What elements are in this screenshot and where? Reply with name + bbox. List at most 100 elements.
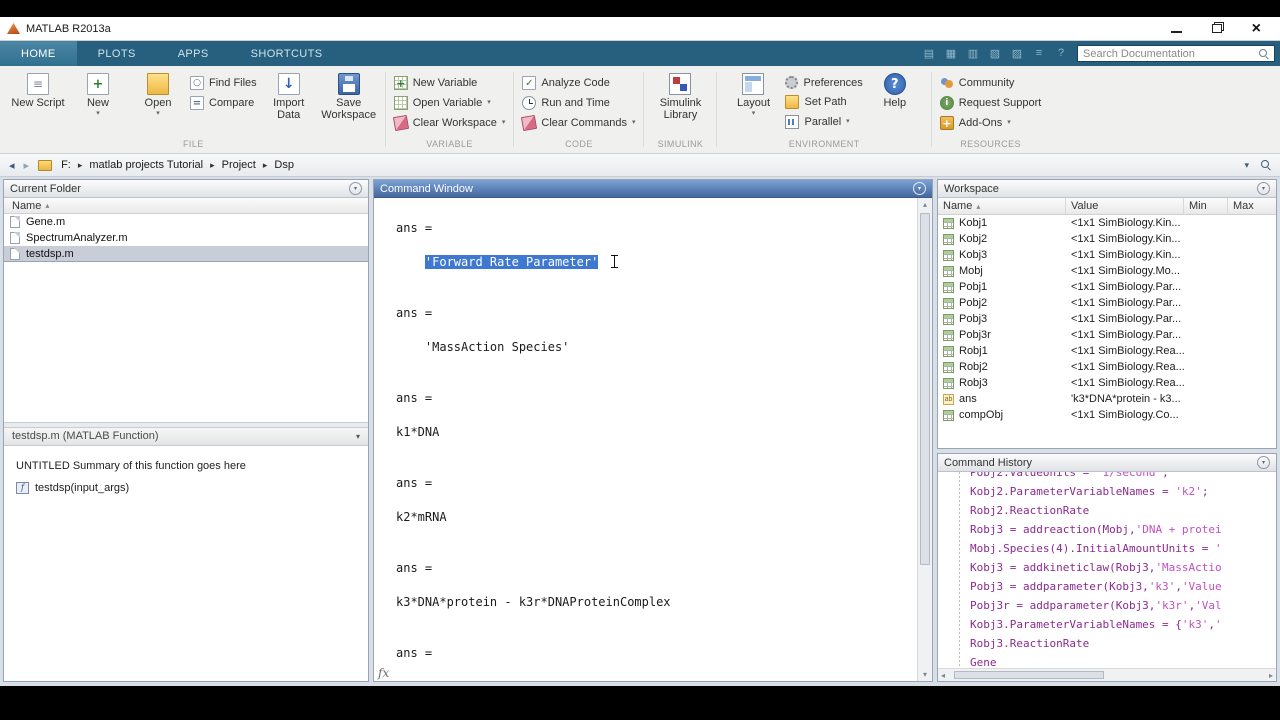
up-folder-icon[interactable]: [38, 159, 53, 171]
workspace-row[interactable]: ab ans 'k3*DNA*protein - k3...: [938, 391, 1276, 407]
workspace-row[interactable]: Pobj3 <1x1 SimBiology.Par...: [938, 311, 1276, 327]
ribbon-button-clear-workspace[interactable]: Clear Workspace ▾: [392, 114, 505, 132]
workspace-row[interactable]: Kobj3 <1x1 SimBiology.Kin...: [938, 247, 1276, 263]
file-list-column-header[interactable]: Name ▴: [4, 198, 368, 214]
workspace-row[interactable]: Kobj1 <1x1 SimBiology.Kin...: [938, 215, 1276, 231]
ribbon-button-simulink-library[interactable]: Simulink Library: [652, 72, 708, 121]
scroll-down-icon[interactable]: ▾: [923, 670, 927, 679]
selected-text: 'Forward Rate Parameter': [424, 255, 599, 269]
tab-shortcuts[interactable]: SHORTCUTS: [230, 41, 344, 66]
file-details-header[interactable]: testdsp.m (MATLAB Function) ▾: [4, 427, 368, 446]
scroll-right-icon[interactable]: ▸: [1269, 671, 1273, 680]
command-window-body[interactable]: ans = 'Forward Rate Parameter' ans = 'Ma…: [374, 198, 932, 681]
file-row[interactable]: SpectrumAnalyzer.m: [4, 230, 368, 246]
command-line: k2*mRNA: [396, 510, 447, 524]
forward-icon[interactable]: ▸: [24, 159, 30, 172]
restore-icon[interactable]: [1211, 24, 1222, 33]
scroll-up-icon[interactable]: ▴: [923, 200, 927, 209]
history-item[interactable]: Mobj.Species(4).InitialAmountUnits = ': [970, 539, 1276, 558]
close-icon[interactable]: ×: [1252, 20, 1261, 36]
dock-icon[interactable]: ▤: [922, 47, 936, 60]
ribbon-button-parallel[interactable]: Parallel ▾: [785, 115, 862, 129]
history-item[interactable]: Robj3.ReactionRate: [970, 634, 1276, 653]
workspace-row[interactable]: Pobj2 <1x1 SimBiology.Par...: [938, 295, 1276, 311]
paste-mini-icon[interactable]: ▨: [1010, 47, 1024, 60]
history-item[interactable]: Pobj2.ValueUnits = '1/second';: [970, 472, 1276, 482]
ribbon-button-import-data[interactable]: Import Data: [261, 72, 317, 121]
ribbon-button-request-support[interactable]: Request Support: [939, 96, 1041, 110]
history-item[interactable]: Robj3 = addreaction(Mobj,'DNA + protei: [970, 520, 1276, 539]
ribbon-button-save-workspace[interactable]: Save Workspace: [321, 72, 377, 121]
ribbon-button-run-and-time[interactable]: Run and Time: [522, 96, 635, 110]
search-box[interactable]: [1077, 45, 1275, 62]
history-item[interactable]: Kobj3.ParameterVariableNames = {'k3',': [970, 615, 1276, 634]
breadcrumb-segment[interactable]: Dsp: [274, 159, 294, 171]
history-scrollbar-thumb[interactable]: [954, 671, 1104, 679]
history-item[interactable]: Pobj3r = addparameter(Kobj3,'k3r','Val: [970, 596, 1276, 615]
ribbon-button-open[interactable]: Open ▾: [130, 72, 186, 117]
ribbon-button-new-script[interactable]: New Script: [10, 72, 66, 109]
file-row[interactable]: testdsp.m: [4, 246, 368, 262]
layout-icon: [742, 73, 765, 95]
ribbon-button-preferences[interactable]: Preferences: [785, 76, 863, 89]
workspace-row[interactable]: Pobj1 <1x1 SimBiology.Par...: [938, 279, 1276, 295]
tab-apps[interactable]: APPS: [157, 41, 230, 66]
browse-folder-icon[interactable]: [1261, 160, 1271, 170]
workspace-row[interactable]: Robj3 <1x1 SimBiology.Rea...: [938, 375, 1276, 391]
command-history-body[interactable]: Pobj2.ValueUnits = '1/second'; Kobj2.Para…: [938, 472, 1276, 681]
command-window-menu-button[interactable]: ▾: [913, 182, 926, 195]
ribbon-button-set-path[interactable]: Set Path: [785, 95, 862, 109]
history-item[interactable]: Robj2.ReactionRate: [970, 501, 1276, 520]
layout-mini-icon[interactable]: ▦: [944, 47, 958, 60]
options-mini-icon[interactable]: ≡: [1032, 47, 1046, 60]
workspace-column-header[interactable]: Min: [1184, 198, 1228, 214]
ribbon-button-new-variable[interactable]: New Variable: [393, 76, 506, 90]
variable-grid-icon: [943, 281, 954, 293]
ribbon-button-find-files[interactable]: Find Files: [190, 76, 257, 90]
back-icon[interactable]: ◂: [9, 159, 15, 172]
workspace-row[interactable]: Pobj3r <1x1 SimBiology.Par...: [938, 327, 1276, 343]
variable-name: Pobj3: [959, 313, 988, 325]
ribbon-button-help[interactable]: Help: [867, 72, 923, 109]
workspace-column-header[interactable]: Max: [1228, 198, 1276, 214]
workspace-row[interactable]: Mobj <1x1 SimBiology.Mo...: [938, 263, 1276, 279]
ribbon-button-layout[interactable]: Layout ▾: [725, 72, 781, 117]
history-item[interactable]: Kobj3 = addkineticlaw(Robj3,'MassActio: [970, 558, 1276, 577]
ribbon-button-new[interactable]: New▾: [70, 72, 126, 117]
command-window-scrollbar[interactable]: ▴ ▾: [917, 198, 932, 681]
workspace-row[interactable]: compObj <1x1 SimBiology.Co...: [938, 407, 1276, 423]
ribbon-button-compare[interactable]: Compare: [190, 96, 257, 110]
breadcrumb-segment[interactable]: Project: [222, 159, 256, 171]
variable-name: Kobj3: [959, 249, 988, 261]
breadcrumb-dropdown-icon[interactable]: ▾: [1244, 160, 1249, 171]
help-mini-icon[interactable]: ?: [1054, 47, 1068, 60]
minimize-icon[interactable]: [1170, 30, 1182, 33]
ribbon-button-add-ons[interactable]: Add-Ons ▾: [939, 116, 1042, 130]
breadcrumb-segment[interactable]: F:: [61, 159, 71, 171]
file-row[interactable]: Gene.m: [4, 214, 368, 230]
history-item[interactable]: Pobj3 = addparameter(Kobj3,'k3','Value: [970, 577, 1276, 596]
function-signature-row[interactable]: f testdsp(input_args): [16, 481, 356, 494]
search-input[interactable]: [1083, 47, 1255, 60]
ribbon-button-analyze-code[interactable]: Analyze Code: [522, 76, 635, 90]
current-folder-menu-button[interactable]: ▾: [349, 182, 362, 195]
workspace-row[interactable]: Kobj2 <1x1 SimBiology.Kin...: [938, 231, 1276, 247]
scroll-left-icon[interactable]: ◂: [941, 671, 945, 680]
scrollbar-thumb[interactable]: [920, 213, 930, 565]
tab-home[interactable]: HOME: [0, 41, 77, 66]
workspace-menu-button[interactable]: ▾: [1257, 182, 1270, 195]
history-item[interactable]: Kobj2.ParameterVariableNames = 'k2';: [970, 482, 1276, 501]
cut-mini-icon[interactable]: ▥: [966, 47, 980, 60]
copy-mini-icon[interactable]: ▧: [988, 47, 1002, 60]
command-history-menu-button[interactable]: ▾: [1257, 456, 1270, 469]
workspace-column-header[interactable]: Name ▴: [938, 198, 1066, 214]
ribbon-button-community[interactable]: Community: [940, 76, 1042, 90]
breadcrumb-segment[interactable]: matlab projects Tutorial: [89, 159, 203, 171]
ribbon-button-clear-commands[interactable]: Clear Commands ▾: [521, 114, 635, 132]
tab-plots[interactable]: PLOTS: [77, 41, 157, 66]
workspace-column-header[interactable]: Value: [1066, 198, 1184, 214]
history-horizontal-scrollbar[interactable]: ◂ ▸: [938, 668, 1276, 681]
workspace-row[interactable]: Robj1 <1x1 SimBiology.Rea...: [938, 343, 1276, 359]
workspace-row[interactable]: Robj2 <1x1 SimBiology.Rea...: [938, 359, 1276, 375]
ribbon-button-open-variable[interactable]: Open Variable ▾: [393, 96, 506, 110]
